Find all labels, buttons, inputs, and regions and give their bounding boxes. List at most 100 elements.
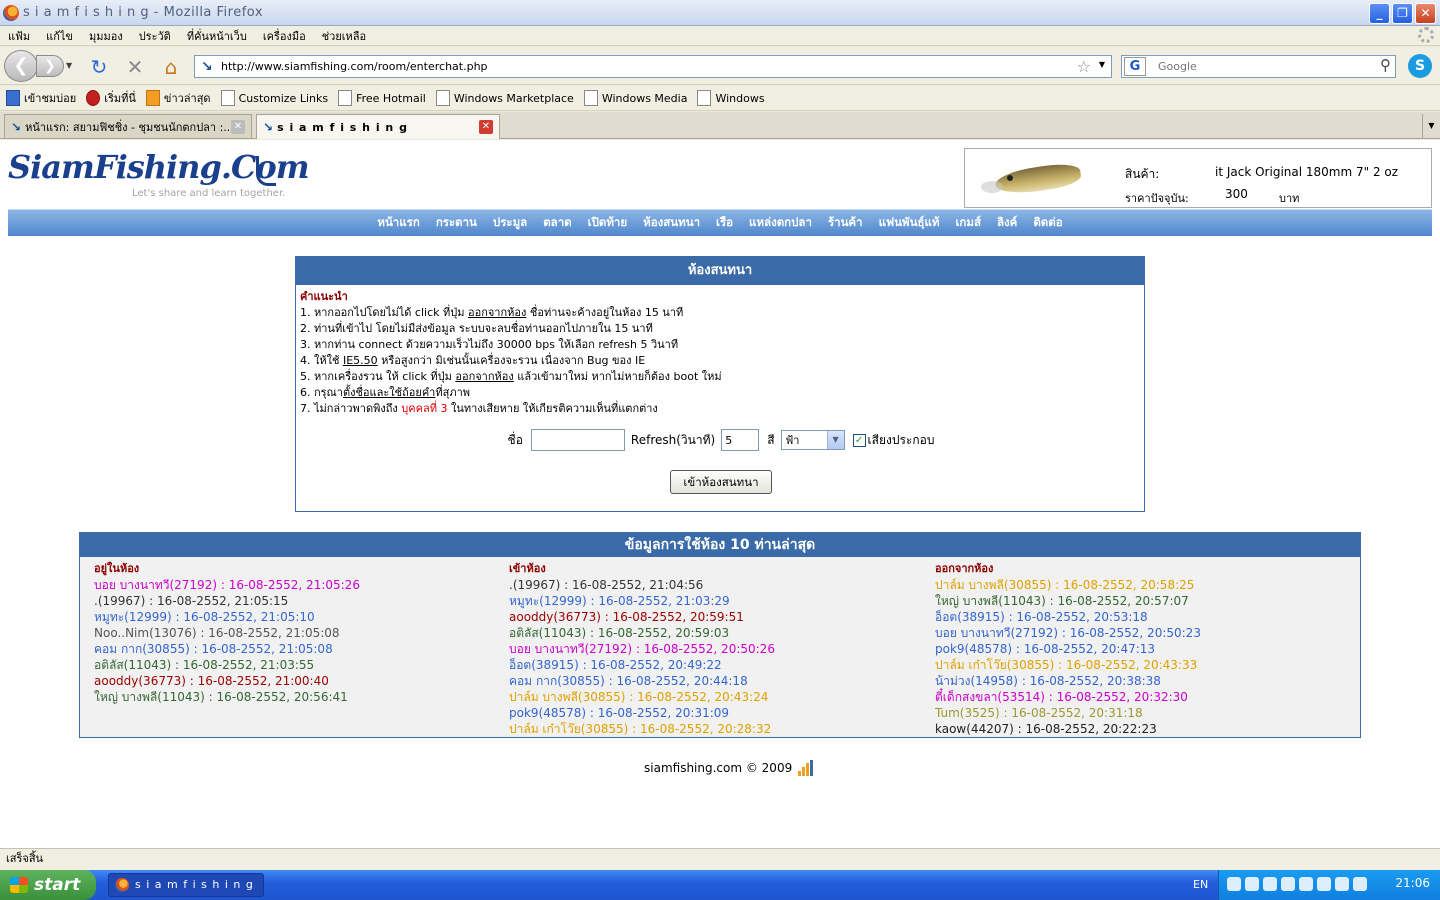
user-name[interactable]: .(19967): [509, 578, 560, 592]
nav-boat[interactable]: เรือ: [716, 214, 733, 232]
enter-chat-button[interactable]: เข้าห้องสนทนา: [670, 470, 772, 494]
url-dropdown-icon[interactable]: ▼: [1099, 60, 1105, 69]
bookmark-windows-media[interactable]: Windows Media: [583, 90, 687, 106]
menu-file[interactable]: แฟ้ม: [0, 27, 38, 45]
bookmark-free-hotmail[interactable]: Free Hotmail: [338, 90, 426, 106]
bookmark-latest-headlines[interactable]: ข่าวล่าสุด: [145, 89, 211, 107]
tray-icon[interactable]: [1299, 877, 1313, 891]
history-dropdown-icon[interactable]: ▼: [66, 61, 72, 70]
tray-icon[interactable]: [1335, 877, 1349, 891]
tray-icon[interactable]: [1317, 877, 1331, 891]
tray-icon[interactable]: [1227, 877, 1241, 891]
user-name[interactable]: ปาล์ม เก๋าโว๊ย(30855): [935, 658, 1054, 672]
user-name[interactable]: ปาล์ม บางพลี(30855): [509, 690, 625, 704]
product-ad[interactable]: สินค้า: it Jack Original 180mm 7" 2 oz ร…: [964, 148, 1432, 208]
bookmark-windows-marketplace[interactable]: Windows Marketplace: [435, 90, 574, 106]
refresh-input[interactable]: [721, 429, 760, 451]
tab-siamfishing[interactable]: ↘ s i a m f i s h i n g ✕: [256, 114, 500, 139]
user-name[interactable]: Noo..Nim(13076): [94, 626, 197, 640]
user-name[interactable]: อติลัส(11043): [509, 626, 586, 640]
menu-history[interactable]: ประวัติ: [131, 27, 179, 45]
nav-true-fans[interactable]: แฟนพันธุ์แท้: [879, 214, 940, 232]
start-button[interactable]: start: [0, 870, 96, 900]
nav-auction[interactable]: ประมูล: [493, 214, 527, 232]
stats-counter-icon[interactable]: [798, 760, 814, 776]
tray-icon[interactable]: [1263, 877, 1277, 891]
menu-view[interactable]: มุมมอง: [81, 27, 131, 45]
tray-icon[interactable]: [1353, 877, 1367, 891]
user-name[interactable]: หมูทะ(12999): [509, 594, 587, 608]
user-name[interactable]: ตี๋เด็กสงขลา(53514): [935, 690, 1045, 704]
user-name[interactable]: aooddy(36773): [509, 610, 601, 624]
bookmark-windows[interactable]: Windows: [697, 90, 765, 106]
user-name[interactable]: kaow(44207): [935, 722, 1014, 736]
search-input[interactable]: [1158, 60, 1358, 73]
forward-button[interactable]: ❯: [36, 55, 64, 77]
user-name[interactable]: aooddy(36773): [94, 674, 186, 688]
taskbar-item-firefox[interactable]: s i a m f i s h i n g - M...: [108, 873, 264, 897]
close-tab-icon[interactable]: ✕: [231, 120, 245, 134]
language-indicator[interactable]: EN: [1193, 878, 1208, 891]
nav-home[interactable]: หน้าแรก: [377, 214, 419, 232]
stop-icon[interactable]: ✕: [124, 56, 146, 78]
user-name[interactable]: .(19967): [94, 594, 145, 608]
close-tab-icon[interactable]: ✕: [479, 120, 493, 134]
back-button[interactable]: ❮: [4, 50, 38, 82]
user-name[interactable]: คอม กาก(30855): [509, 674, 605, 688]
user-name[interactable]: คอม กาก(30855): [94, 642, 190, 656]
nav-games[interactable]: เกมส์: [955, 214, 981, 232]
reload-icon[interactable]: ↻: [88, 56, 110, 78]
tray-icon[interactable]: [1245, 877, 1259, 891]
close-window-button[interactable]: ✕: [1415, 3, 1436, 24]
menu-help[interactable]: ช่วยเหลือ: [314, 27, 374, 45]
user-name[interactable]: บอย บางนาทวี(27192): [509, 642, 632, 656]
ie-link[interactable]: IE5.50: [343, 354, 378, 367]
column-title: ออกจากห้อง: [935, 562, 994, 575]
user-name[interactable]: น้าม่วง(14958): [935, 674, 1018, 688]
bookmark-star-icon[interactable]: ☆: [1077, 57, 1091, 76]
menu-bookmarks[interactable]: ที่คั่นหน้าเว็บ: [179, 27, 255, 45]
user-name[interactable]: อ็อต(38915): [935, 610, 1005, 624]
user-name[interactable]: ปาล์ม บางพลี(30855): [935, 578, 1051, 592]
user-name[interactable]: Tum(3525): [935, 706, 1000, 720]
menu-edit[interactable]: แก้ไข: [38, 27, 81, 45]
nav-board[interactable]: กระดาน: [436, 214, 477, 232]
maximize-button[interactable]: ❐: [1392, 3, 1413, 24]
nav-links[interactable]: ลิงค์: [997, 214, 1017, 232]
user-name[interactable]: ปาล์ม เก๋าโว๊ย(30855): [509, 722, 628, 736]
google-engine-icon[interactable]: G: [1124, 57, 1146, 76]
user-name[interactable]: หมูทะ(12999): [94, 610, 172, 624]
leave-room-link[interactable]: ออกจากห้อง: [468, 306, 526, 319]
nav-fishing-spots[interactable]: แหล่งตกปลา: [749, 214, 812, 232]
search-icon[interactable]: ⚲: [1380, 56, 1391, 74]
nav-car-boot[interactable]: เปิดท้าย: [588, 214, 627, 232]
sound-checkbox[interactable]: ✓: [852, 433, 866, 447]
nav-shops[interactable]: ร้านค้า: [828, 214, 863, 232]
user-name[interactable]: อติลัส(11043): [94, 658, 171, 672]
menu-tools[interactable]: เครื่องมือ: [255, 27, 314, 45]
user-name[interactable]: pok9(48578): [509, 706, 586, 720]
home-icon[interactable]: ⌂: [160, 56, 182, 78]
tab-home[interactable]: ↘ หน้าแรก: สยามฟิชชิ่ง - ชุมชนนักตกปลา :…: [4, 114, 252, 138]
bookmark-getting-started[interactable]: เริ่มที่นี่: [86, 89, 136, 107]
user-name[interactable]: บอย บางนาทวี(27192): [935, 626, 1058, 640]
bookmark-customize-links[interactable]: Customize Links: [220, 90, 328, 106]
user-name[interactable]: บอย บางนาทวี(27192): [94, 578, 217, 592]
color-select[interactable]: ฟ้า ▼: [780, 430, 845, 450]
tab-list-dropdown-icon[interactable]: ▼: [1422, 114, 1440, 138]
skype-icon[interactable]: S: [1408, 54, 1432, 78]
user-name[interactable]: อ็อต(38915): [509, 658, 579, 672]
user-name[interactable]: ใหญ่ บางพลี(11043): [935, 594, 1046, 608]
nav-market[interactable]: ตลาด: [543, 214, 571, 232]
site-logo[interactable]: SiamFishing.Com Let's share and learn to…: [8, 148, 310, 204]
leave-room-link[interactable]: ออกจากห้อง: [455, 370, 513, 383]
minimize-button[interactable]: _: [1369, 3, 1390, 24]
url-input[interactable]: [221, 60, 1051, 73]
tray-icon[interactable]: [1281, 877, 1295, 891]
name-input[interactable]: [530, 429, 625, 451]
user-name[interactable]: ใหญ่ บางพลี(11043): [94, 690, 205, 704]
nav-chat-room[interactable]: ห้องสนทนา: [643, 214, 700, 232]
nav-contact[interactable]: ติดต่อ: [1033, 214, 1062, 232]
user-name[interactable]: pok9(48578): [935, 642, 1012, 656]
bookmark-most-visited[interactable]: เข้าชมบ่อย: [6, 89, 76, 107]
